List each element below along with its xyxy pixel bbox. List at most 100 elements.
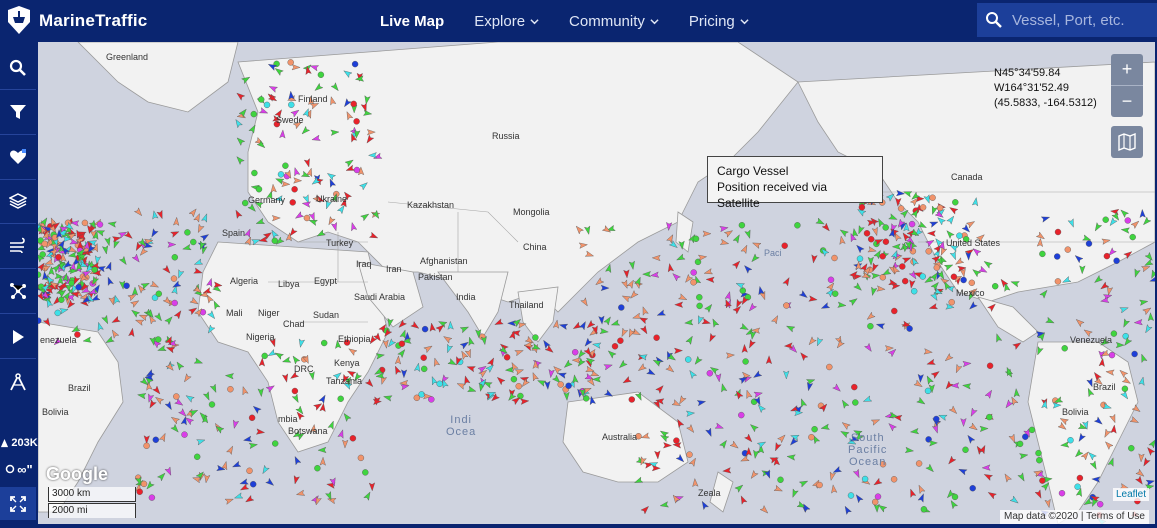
vessel-marker[interactable] <box>364 378 375 389</box>
vessel-marker[interactable] <box>350 100 357 108</box>
sidebar-layers-button[interactable] <box>0 184 36 217</box>
vessel-marker[interactable] <box>292 455 302 466</box>
vessel-marker[interactable] <box>687 369 698 380</box>
vessel-marker[interactable] <box>674 301 684 308</box>
vessel-marker[interactable] <box>696 399 707 407</box>
vessel-marker[interactable] <box>1067 437 1074 444</box>
vessel-marker[interactable] <box>1133 319 1143 326</box>
vessel-marker[interactable] <box>693 355 703 366</box>
vessel-marker[interactable] <box>622 376 632 386</box>
vessel-marker[interactable] <box>152 436 160 443</box>
map-layers-button[interactable] <box>1111 126 1143 158</box>
vessel-marker[interactable] <box>176 269 185 279</box>
vessel-marker[interactable] <box>170 423 181 434</box>
vessel-marker[interactable] <box>1016 440 1024 448</box>
vessel-marker[interactable] <box>248 442 258 450</box>
vessel-marker[interactable] <box>832 383 843 394</box>
vessel-marker[interactable] <box>171 299 178 307</box>
vessel-marker[interactable] <box>149 280 160 290</box>
vessel-marker[interactable] <box>1028 426 1036 434</box>
nav-pricing[interactable]: Pricing <box>689 13 749 30</box>
vessel-marker[interactable] <box>203 474 211 484</box>
vessel-marker[interactable] <box>101 245 109 255</box>
vessel-marker[interactable] <box>848 296 859 306</box>
vessel-marker[interactable] <box>201 213 209 223</box>
vessel-marker[interactable] <box>101 314 111 325</box>
vessel-marker[interactable] <box>646 368 657 378</box>
vessel-marker[interactable] <box>421 325 429 333</box>
vessel-marker[interactable] <box>908 488 917 498</box>
vessel-marker[interactable] <box>653 334 660 341</box>
vessel-marker[interactable] <box>131 286 139 296</box>
vessel-marker[interactable] <box>1133 268 1141 278</box>
vessel-marker[interactable] <box>820 423 830 431</box>
vessel-marker[interactable] <box>843 505 852 516</box>
vessel-marker[interactable] <box>930 280 941 291</box>
vessel-marker[interactable] <box>105 261 114 271</box>
vessel-marker[interactable] <box>552 319 560 329</box>
vessel-marker[interactable] <box>606 349 617 359</box>
vessel-marker[interactable] <box>155 290 163 298</box>
vessel-marker[interactable] <box>831 254 838 262</box>
vessel-marker[interactable] <box>289 199 296 206</box>
vessel-marker[interactable] <box>628 260 636 270</box>
vessel-marker[interactable] <box>143 442 150 449</box>
vessel-marker[interactable] <box>830 484 838 494</box>
vessel-marker[interactable] <box>603 315 613 326</box>
vessel-marker[interactable] <box>185 393 195 403</box>
vessel-marker[interactable] <box>719 238 730 246</box>
vessel-marker[interactable] <box>739 323 750 333</box>
vessel-marker[interactable] <box>675 253 686 262</box>
vessel-marker[interactable] <box>429 375 438 386</box>
vessel-marker[interactable] <box>690 269 697 276</box>
vessel-marker[interactable] <box>178 408 189 419</box>
vessel-marker[interactable] <box>744 229 753 239</box>
vessel-marker[interactable] <box>175 360 185 371</box>
vessel-marker[interactable] <box>231 460 242 469</box>
vessel-marker[interactable] <box>1003 472 1012 483</box>
vessel-marker[interactable] <box>931 424 940 434</box>
vessel-marker[interactable] <box>783 370 790 380</box>
vessel-marker[interactable] <box>692 477 699 488</box>
vessel-marker[interactable] <box>233 492 244 501</box>
vessel-marker[interactable] <box>725 352 736 359</box>
vessel-marker[interactable] <box>571 357 581 364</box>
vessel-marker[interactable] <box>357 454 365 462</box>
vessel-marker[interactable] <box>948 299 955 306</box>
vessel-marker[interactable] <box>107 220 117 228</box>
vessel-marker[interactable] <box>752 370 763 380</box>
vessel-marker[interactable] <box>890 476 898 483</box>
vessel-marker[interactable] <box>882 224 889 231</box>
vessel-marker[interactable] <box>530 371 539 382</box>
vessel-marker[interactable] <box>924 387 932 395</box>
vessel-marker[interactable] <box>753 390 763 398</box>
vessel-marker[interactable] <box>632 312 642 321</box>
vessel-marker[interactable] <box>750 253 760 264</box>
vessel-marker[interactable] <box>1145 478 1155 486</box>
vessel-marker[interactable] <box>853 282 864 293</box>
vessel-marker[interactable] <box>1143 324 1153 335</box>
vessel-marker[interactable] <box>888 213 899 222</box>
vessel-marker[interactable] <box>1135 468 1146 478</box>
vessel-marker[interactable] <box>962 446 969 453</box>
vessel-marker[interactable] <box>226 445 235 455</box>
vessel-marker[interactable] <box>1129 416 1140 426</box>
vessel-marker[interactable] <box>248 414 256 421</box>
vessel-marker[interactable] <box>91 266 98 274</box>
vessel-marker[interactable] <box>870 286 878 297</box>
vessel-marker[interactable] <box>227 386 234 393</box>
vessel-marker[interactable] <box>1045 316 1056 325</box>
vessel-marker[interactable] <box>184 229 191 236</box>
vessel-marker[interactable] <box>123 282 130 290</box>
vessel-marker[interactable] <box>719 383 728 393</box>
vessel-marker[interactable] <box>807 336 817 347</box>
vessel-marker[interactable] <box>916 484 926 495</box>
vessel-marker[interactable] <box>1124 217 1132 224</box>
vessel-marker[interactable] <box>362 469 369 476</box>
vessel-marker[interactable] <box>794 222 801 229</box>
vessel-marker[interactable] <box>557 381 564 388</box>
vessel-marker[interactable] <box>930 369 941 379</box>
vessel-marker[interactable] <box>442 334 453 344</box>
vessel-marker[interactable] <box>908 220 916 228</box>
vessel-marker[interactable] <box>1108 351 1116 359</box>
